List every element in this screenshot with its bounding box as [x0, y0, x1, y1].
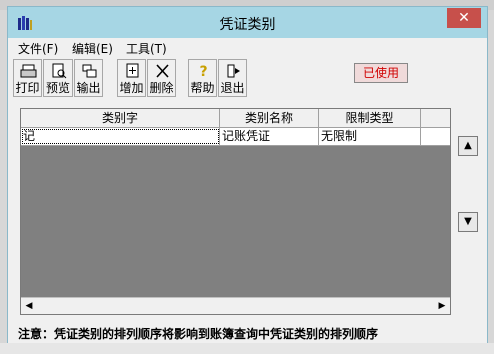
move-up-button[interactable]: ▲	[458, 136, 478, 156]
scroll-thumb[interactable]	[37, 300, 433, 313]
column-header-limit[interactable]: 限制类型	[319, 109, 421, 127]
menu-edit[interactable]: 编辑(E)	[72, 40, 113, 58]
cell-name[interactable]: 记账凭证	[220, 128, 319, 145]
scroll-right-icon[interactable]: ▶	[435, 300, 449, 313]
chevron-up-icon: ▲	[464, 140, 472, 151]
column-header-code[interactable]: 类别字	[21, 109, 220, 127]
add-label: 增加	[119, 81, 144, 95]
title-bar[interactable]: 凭证类别 ✕	[8, 7, 487, 38]
exit-icon	[227, 64, 240, 78]
exit-button[interactable]: 退出	[218, 59, 247, 97]
add-button[interactable]: 增加	[117, 59, 146, 97]
export-icon	[82, 64, 97, 78]
close-icon: ✕	[458, 10, 470, 26]
help-label: 帮助	[190, 81, 215, 95]
export-label: 输出	[76, 81, 101, 95]
cell-limit[interactable]: 无限制	[319, 128, 421, 145]
help-icon: ?	[199, 64, 207, 80]
menu-file[interactable]: 文件(F)	[18, 40, 58, 58]
menu-tools[interactable]: 工具(T)	[126, 40, 167, 58]
print-label: 打印	[15, 81, 40, 95]
grid-header: 类别字 类别名称 限制类型	[21, 109, 450, 128]
close-button[interactable]: ✕	[447, 8, 481, 28]
preview-label: 预览	[45, 81, 70, 95]
preview-icon	[52, 63, 67, 79]
column-header-name[interactable]: 类别名称	[220, 109, 319, 127]
printer-icon	[20, 64, 37, 78]
table-row[interactable]: 记 记账凭证 无限制	[21, 128, 450, 146]
exit-label: 退出	[220, 81, 245, 95]
menu-bar: 文件(F) 编辑(E) 工具(T)	[8, 40, 487, 58]
export-button[interactable]: 输出	[74, 59, 103, 97]
voucher-category-window: 凭证类别 ✕ 文件(F) 编辑(E) 工具(T) 打印 预览 输出 增加 删除	[7, 6, 488, 345]
chevron-down-icon: ▼	[464, 216, 472, 227]
help-button[interactable]: ? 帮助	[188, 59, 217, 97]
note-text: 注意：凭证类别的排列顺序将影响到账簿查询中凭证类别的排列顺序	[18, 327, 379, 341]
window-title: 凭证类别	[219, 17, 276, 33]
delete-icon	[156, 64, 169, 78]
move-down-button[interactable]: ▼	[458, 212, 478, 232]
cell-code[interactable]: 记	[21, 128, 220, 145]
delete-button[interactable]: 删除	[147, 59, 176, 97]
delete-label: 删除	[149, 81, 174, 95]
svg-text:?: ?	[199, 64, 207, 80]
scroll-left-icon[interactable]: ◀	[22, 300, 36, 313]
toolbar: 打印 预览 输出 增加 删除 ? 帮助 退出	[13, 59, 483, 99]
preview-button[interactable]: 预览	[43, 59, 73, 97]
voucher-category-grid: 类别字 类别名称 限制类型 记 记账凭证 无限制 ◀ ▶	[20, 108, 451, 315]
print-button[interactable]: 打印	[13, 59, 42, 97]
status-badge: 已使用	[354, 63, 408, 83]
add-icon	[126, 63, 139, 78]
desktop-bottom-strip	[0, 343, 494, 354]
horizontal-scrollbar[interactable]: ◀ ▶	[21, 297, 450, 314]
